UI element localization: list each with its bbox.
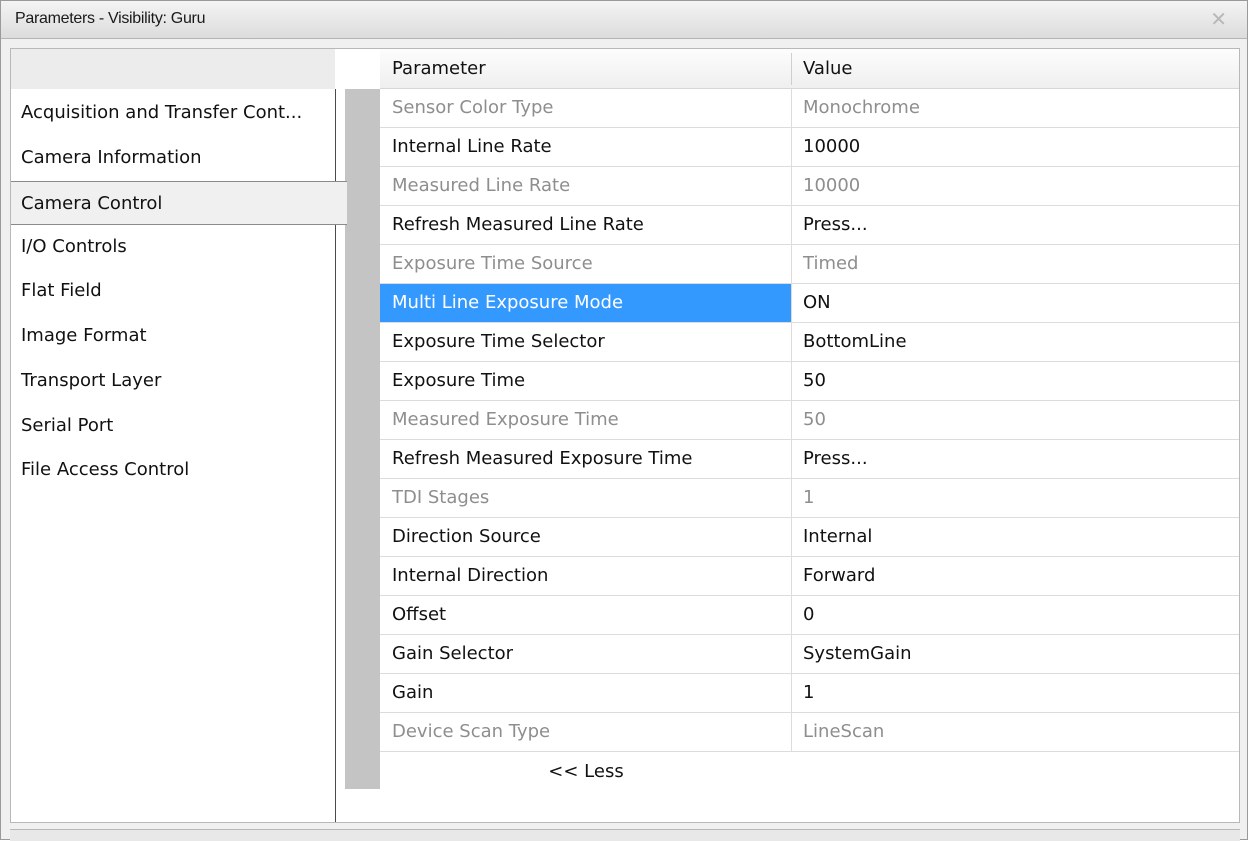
less-button[interactable]: << Less (380, 755, 792, 789)
table-row[interactable]: TDI Stages 1 (380, 479, 1239, 518)
table-row[interactable]: Direction Source Internal (380, 518, 1239, 557)
parameter-name-cell[interactable]: Device Scan Type (380, 713, 792, 751)
parameter-grid: Parameter Value Sensor Color Type Monochr… (380, 49, 1239, 822)
parameter-value-cell[interactable]: 10000 (792, 167, 1239, 205)
parameter-value-cell[interactable]: Press... (792, 440, 1239, 478)
table-row[interactable]: Exposure Time Selector BottomLine (380, 323, 1239, 362)
parameter-name-cell[interactable]: Exposure Time (380, 362, 792, 400)
table-row[interactable]: Multi Line Exposure Mode ON (380, 284, 1239, 323)
category-list: Acquisition and Transfer Cont... Camera I… (11, 49, 347, 822)
table-row[interactable]: Device Scan Type LineScan (380, 713, 1239, 752)
parameter-name-cell[interactable]: Gain Selector (380, 635, 792, 673)
status-bar (10, 829, 1240, 841)
parameters-window: Parameters - Visibility: Guru ✕ Acquisit… (0, 0, 1248, 841)
parameters-panel: Acquisition and Transfer Cont... Camera I… (10, 48, 1240, 823)
parameter-value-cell[interactable]: 1 (792, 674, 1239, 712)
title-bar: Parameters - Visibility: Guru ✕ (1, 1, 1247, 39)
parameter-name-cell[interactable]: Exposure Time Source (380, 245, 792, 283)
column-header-value[interactable]: Value (803, 58, 852, 79)
parameter-value-cell[interactable]: 1 (792, 479, 1239, 517)
parameter-value-cell[interactable]: LineScan (792, 713, 1239, 751)
table-row[interactable]: Exposure Time Source Timed (380, 245, 1239, 284)
close-icon[interactable]: ✕ (1210, 7, 1227, 31)
parameter-value-cell[interactable]: 10000 (792, 128, 1239, 166)
parameter-name-cell[interactable]: Measured Line Rate (380, 167, 792, 205)
parameter-value-cell[interactable]: Press... (792, 206, 1239, 244)
parameter-value-cell[interactable]: Internal (792, 518, 1239, 556)
parameter-value-cell[interactable]: 50 (792, 401, 1239, 439)
parameter-value-cell[interactable]: 0 (792, 596, 1239, 634)
sidebar-item[interactable]: Serial Port (11, 404, 335, 448)
table-row[interactable]: Internal Direction Forward (380, 557, 1239, 596)
parameter-name-cell[interactable]: TDI Stages (380, 479, 792, 517)
parameter-name-cell[interactable]: Internal Line Rate (380, 128, 792, 166)
sidebar-item[interactable]: Acquisition and Transfer Cont... (11, 91, 335, 135)
sidebar-item[interactable]: Transport Layer (11, 359, 335, 403)
parameter-value-cell[interactable]: 50 (792, 362, 1239, 400)
parameter-value-cell[interactable]: Timed (792, 245, 1239, 283)
column-separator[interactable] (791, 53, 792, 85)
column-header-parameter[interactable]: Parameter (392, 58, 486, 79)
parameter-name-cell[interactable]: Refresh Measured Line Rate (380, 206, 792, 244)
table-row[interactable]: Internal Line Rate 10000 (380, 128, 1239, 167)
table-row[interactable]: Gain Selector SystemGain (380, 635, 1239, 674)
parameter-value-cell[interactable]: SystemGain (792, 635, 1239, 673)
sidebar-item[interactable]: File Access Control (11, 448, 335, 492)
sidebar-item[interactable]: Camera Control (11, 181, 347, 225)
parameter-name-cell[interactable]: Refresh Measured Exposure Time (380, 440, 792, 478)
parameter-name-cell[interactable]: Direction Source (380, 518, 792, 556)
table-row[interactable]: Measured Exposure Time 50 (380, 401, 1239, 440)
table-row[interactable]: Refresh Measured Line Rate Press... (380, 206, 1239, 245)
parameter-value-cell[interactable]: Forward (792, 557, 1239, 595)
parameter-name-cell[interactable]: Gain (380, 674, 792, 712)
parameter-value-cell[interactable]: BottomLine (792, 323, 1239, 361)
table-row[interactable]: Refresh Measured Exposure Time Press... (380, 440, 1239, 479)
parameter-value-cell[interactable]: Monochrome (792, 89, 1239, 127)
parameter-name-cell[interactable]: Offset (380, 596, 792, 634)
table-row[interactable]: Measured Line Rate 10000 (380, 167, 1239, 206)
parameter-name-cell[interactable]: Internal Direction (380, 557, 792, 595)
table-row[interactable]: Exposure Time 50 (380, 362, 1239, 401)
parameter-name-cell[interactable]: Sensor Color Type (380, 89, 792, 127)
table-row[interactable]: Gain 1 (380, 674, 1239, 713)
parameter-name-cell[interactable]: Multi Line Exposure Mode (380, 284, 792, 322)
sidebar-item[interactable]: I/O Controls (11, 225, 335, 269)
row-header-gutter (345, 89, 380, 789)
sidebar-item[interactable]: Image Format (11, 314, 335, 358)
parameter-name-cell[interactable]: Exposure Time Selector (380, 323, 792, 361)
category-list-header (11, 49, 335, 89)
sidebar-item[interactable]: Flat Field (11, 269, 335, 313)
table-row[interactable]: Offset 0 (380, 596, 1239, 635)
parameter-name-cell[interactable]: Measured Exposure Time (380, 401, 792, 439)
grid-header: Parameter Value (380, 49, 1239, 89)
table-row[interactable]: Sensor Color Type Monochrome (380, 89, 1239, 128)
sidebar-item[interactable]: Camera Information (11, 136, 335, 180)
window-title: Parameters - Visibility: Guru (15, 10, 206, 27)
parameter-value-cell[interactable]: ON (792, 284, 1239, 322)
